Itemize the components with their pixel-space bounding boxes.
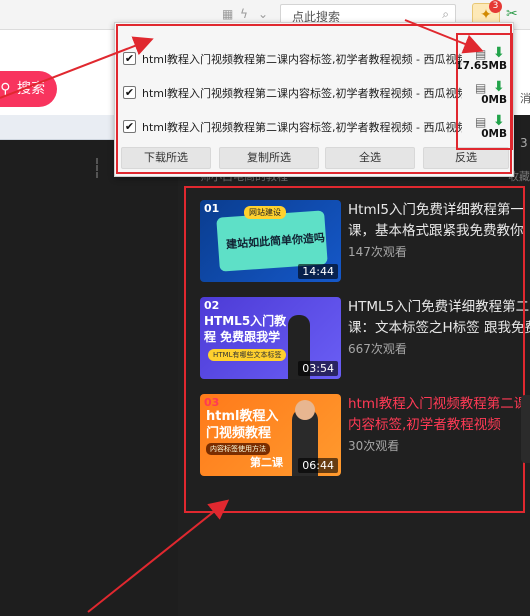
site-search-button[interactable]: ⚲ 搜索 xyxy=(0,71,57,107)
checkbox-icon[interactable]: ✔ xyxy=(123,120,136,133)
collapse-handle[interactable] xyxy=(521,395,530,463)
video-download-popup: ✔ html教程入门视频教程第二课内容标签,初学者教程视频 - 西瓜视频 ▤ ⬇… xyxy=(114,22,514,177)
annotation-frame xyxy=(184,186,525,513)
checkbox-icon[interactable]: ✔ xyxy=(123,86,136,99)
video-filename: html教程入门视频教程第二课内容标签,初学者教程视频 - 西瓜视频 xyxy=(142,121,462,134)
extension-badge: 3 xyxy=(489,0,502,13)
video-filename: html教程入门视频教程第二课内容标签,初学者教程视频 - 西瓜视频 xyxy=(142,53,462,66)
chevron-down-icon[interactable]: ⌄ xyxy=(258,7,268,21)
download-arrow-icon[interactable]: ⬇ xyxy=(493,45,505,61)
divider xyxy=(96,158,104,178)
file-size: 0MB xyxy=(481,128,507,140)
download-row[interactable]: ✔ html教程入门视频教程第二课内容标签,初学者教程视频 - 西瓜视频 ▤ ⬇… xyxy=(123,42,513,76)
side-number: 3 xyxy=(520,136,528,150)
popup-actions: 下载所选 复制所选 全选 反选 xyxy=(121,147,509,169)
download-arrow-icon[interactable]: ⬇ xyxy=(493,79,505,95)
checkbox-icon[interactable]: ✔ xyxy=(123,52,136,65)
download-row[interactable]: ✔ html教程入门视频教程第二课内容标签,初学者教程视频 - 西瓜视频 ▤ ⬇… xyxy=(123,110,513,144)
invert-selection-button[interactable]: 反选 xyxy=(423,147,509,169)
file-size: 17.65MB xyxy=(455,60,507,72)
file-size: 0MB xyxy=(481,94,507,106)
video-player-area xyxy=(0,140,178,616)
search-icon: ⚲ xyxy=(0,81,11,97)
download-row[interactable]: ✔ html教程入门视频教程第二课内容标签,初学者教程视频 - 西瓜视频 ▤ ⬇… xyxy=(123,76,513,110)
video-filename: html教程入门视频教程第二课内容标签,初学者教程视频 - 西瓜视频 xyxy=(142,87,462,100)
site-search-label: 搜索 xyxy=(17,81,45,97)
grid-icon[interactable]: ▦ xyxy=(222,7,233,21)
scissors-icon[interactable]: ✂ xyxy=(506,6,518,22)
download-selected-button[interactable]: 下载所选 xyxy=(121,147,211,169)
select-all-button[interactable]: 全选 xyxy=(325,147,415,169)
lightning-icon[interactable]: ϟ xyxy=(240,7,248,21)
copy-selected-button[interactable]: 复制所选 xyxy=(219,147,319,169)
download-arrow-icon[interactable]: ⬇ xyxy=(493,113,505,129)
copy-icon[interactable]: ▤ xyxy=(475,47,486,61)
search-icon[interactable]: ⌕ xyxy=(442,7,449,22)
copy-icon[interactable]: ▤ xyxy=(475,115,486,129)
copy-icon[interactable]: ▤ xyxy=(475,81,486,95)
message-label[interactable]: 消 xyxy=(520,90,530,106)
